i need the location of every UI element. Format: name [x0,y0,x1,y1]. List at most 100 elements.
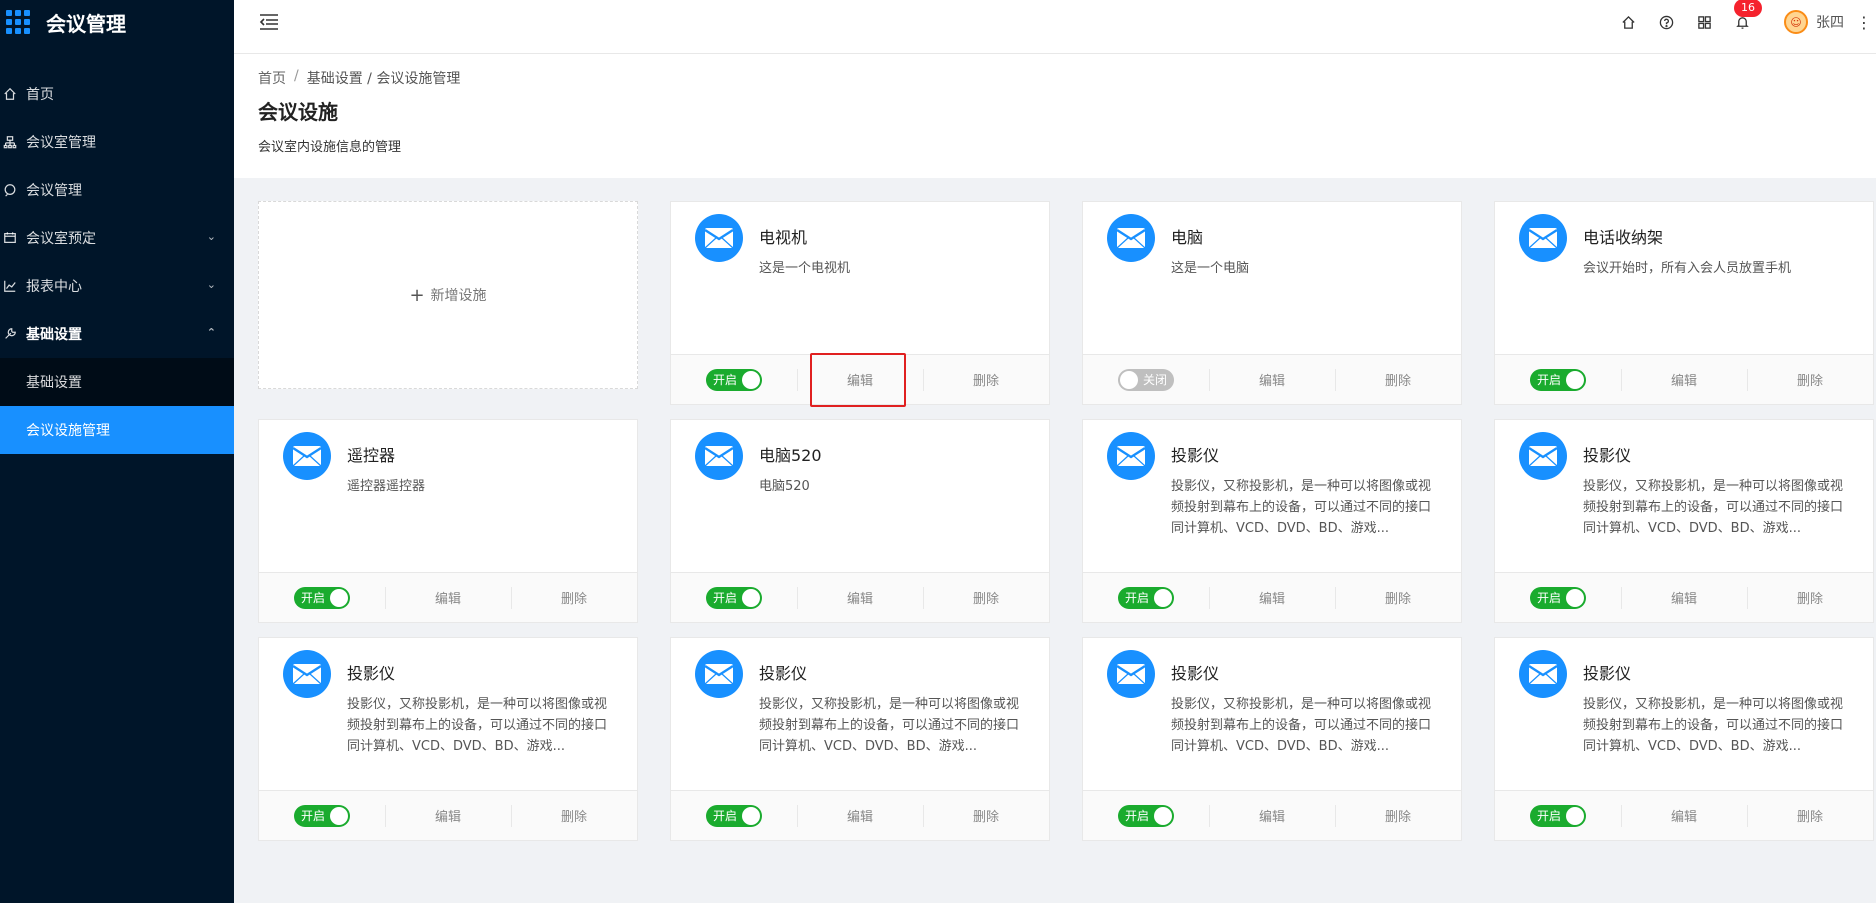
toggle-knob [330,806,348,825]
status-toggle[interactable]: 开启 [1530,804,1586,827]
breadcrumb: 首页 / 基础设置 / 会议设施管理 [258,68,460,88]
delete-button[interactable]: 删除 [1747,791,1873,840]
sidebar-item-meeting-management[interactable]: 会议管理 [0,166,234,214]
card-actions: 开启 编辑 删除 [1495,354,1873,404]
status-toggle[interactable]: 开启 [294,586,350,609]
delete-button[interactable]: 删除 [1747,573,1873,622]
card-body: 投影仪投影仪，又称投影机，是一种可以将图像或视频投射到幕布上的设备，可以通过不同… [671,638,1049,792]
edit-button[interactable]: 编辑 [1209,355,1335,404]
help-icon[interactable] [1658,14,1674,30]
toggle-cell: 开启 [1083,573,1209,622]
username[interactable]: 张四 [1816,12,1844,32]
building-icon [2,134,18,150]
sidebar-item-label: 会议室预定 [26,231,96,247]
sidebar-subitem-basic-settings[interactable]: 基础设置 [0,358,234,406]
card-description: 会议开始时，所有入会人员放置手机 [1583,261,1792,276]
breadcrumb-separator: / [294,68,299,84]
chart-icon [2,278,18,294]
delete-button[interactable]: 删除 [1335,573,1461,622]
card-actions: 开启 编辑 删除 [671,790,1049,840]
delete-button[interactable]: 删除 [511,573,637,622]
sidebar-item-label: 会议室管理 [26,135,96,151]
edit-button[interactable]: 编辑 [1621,791,1747,840]
plus-icon: + [409,284,425,306]
logo[interactable]: 会议管理 [0,0,234,44]
status-toggle[interactable]: 开启 [706,804,762,827]
status-toggle[interactable]: 关闭 [1118,368,1174,391]
card-body: 投影仪 投影仪，又称投影机，是一种可以将图像或视频投射到幕布上的设备，可以通过不同… [1495,638,1873,792]
calendar-icon [2,230,18,246]
mail-icon [1107,432,1155,480]
toggle-knob [1566,806,1584,825]
menu-fold-icon[interactable] [258,12,280,32]
card-actions: 开启 编辑 删除 [1083,572,1461,622]
sidebar-item-home[interactable]: 首页 [0,70,234,118]
mail-icon [1519,432,1567,480]
sidebar-menu: 首页 会议室管理 会议管理 会议室预定 ⌄ 报表中心 ⌄ 基础设置 ⌃ 基础设置… [0,70,234,454]
card-description: 投影仪，又称投影机，是一种可以将图像或视频投射到幕布上的设备，可以通过不同的接口… [1171,479,1432,536]
status-toggle[interactable]: 开启 [294,804,350,827]
delete-button[interactable]: 删除 [1335,791,1461,840]
card-title: 投影仪 [347,664,396,683]
app-title: 会议管理 [46,11,126,36]
toggle-label: 开启 [713,373,738,387]
edit-button[interactable]: 编辑 [797,573,923,622]
delete-button[interactable]: 删除 [923,355,1049,404]
apps-icon[interactable] [1696,14,1712,30]
edit-button[interactable]: 编辑 [385,573,511,622]
toggle-label: 开启 [1537,591,1562,605]
delete-button[interactable]: 删除 [511,791,637,840]
sidebar-item-room-booking[interactable]: 会议室预定 ⌄ [0,214,234,262]
card-actions: 开启 编辑 删除 [671,572,1049,622]
sidebar-item-basic-settings[interactable]: 基础设置 ⌃ [0,310,234,358]
edit-button[interactable]: 编辑 [1621,573,1747,622]
page-header: 首页 / 基础设置 / 会议设施管理 会议设施 会议室内设施信息的管理 [234,54,1876,178]
card-body: 投影仪 投影仪，又称投影机，是一种可以将图像或视频投射到幕布上的设备，可以通过不同… [1083,638,1461,792]
delete-button[interactable]: 删除 [923,573,1049,622]
edit-button[interactable]: 编辑 [1209,791,1335,840]
edit-button[interactable]: 编辑 [797,791,923,840]
sidebar-item-room-management[interactable]: 会议室管理 [0,118,234,166]
toggle-label: 开启 [713,809,738,823]
breadcrumb-home[interactable]: 首页 [258,68,286,88]
edit-button[interactable]: 编辑 [1209,573,1335,622]
toggle-cell: 开启 [671,791,797,840]
avatar[interactable]: ☺ [1784,10,1808,34]
sidebar-subitem-facility-management[interactable]: 会议设施管理 [0,406,234,454]
notification-bell[interactable]: 16 [1734,0,1762,30]
sidebar-item-label: 会议管理 [26,183,82,199]
card-description: 投影仪，又称投影机，是一种可以将图像或视频投射到幕布上的设备，可以通过不同的接口… [759,697,1020,754]
chat-icon [2,182,18,198]
toggle-label: 开启 [1537,373,1562,387]
wrench-icon [2,326,18,342]
home-icon [2,86,18,102]
mail-icon [695,214,743,262]
toggle-cell: 开启 [1495,573,1621,622]
card-title: 电视机 [759,228,808,247]
status-toggle[interactable]: 开启 [1118,804,1174,827]
card-description: 遥控器遥控器 [347,479,426,494]
top-header: 16 ☺ 张四 ⋮ [234,0,1876,54]
toggle-label: 开启 [713,591,738,605]
status-toggle[interactable]: 开启 [706,586,762,609]
card-body: 投影仪 投影仪，又称投影机，是一种可以将图像或视频投射到幕布上的设备，可以通过不同… [1083,420,1461,574]
mail-icon [283,650,331,698]
delete-button[interactable]: 删除 [923,791,1049,840]
card-actions: 开启 编辑 删除 [1083,790,1461,840]
edit-button[interactable]: 编辑 [1621,355,1747,404]
delete-button[interactable]: 删除 [1747,355,1873,404]
sidebar-item-report-center[interactable]: 报表中心 ⌄ [0,262,234,310]
add-facility-card[interactable]: + 新增设施 [258,201,638,389]
card-body: 电话收纳架 会议开始时，所有入会人员放置手机 [1495,202,1873,356]
status-toggle[interactable]: 开启 [1530,368,1586,391]
status-toggle[interactable]: 开启 [1530,586,1586,609]
more-icon[interactable]: ⋮ [1856,13,1872,32]
delete-button[interactable]: 删除 [1335,355,1461,404]
status-toggle[interactable]: 开启 [706,368,762,391]
status-toggle[interactable]: 开启 [1118,586,1174,609]
home-icon[interactable] [1620,14,1636,30]
card-title: 投影仪 [759,664,808,683]
edit-button[interactable]: 编辑 [385,791,511,840]
toggle-label: 开启 [301,591,326,605]
sidebar: 会议管理 首页 会议室管理 会议管理 会议室预定 ⌄ 报表中心 ⌄ 基础设置 ⌃ [0,0,234,903]
